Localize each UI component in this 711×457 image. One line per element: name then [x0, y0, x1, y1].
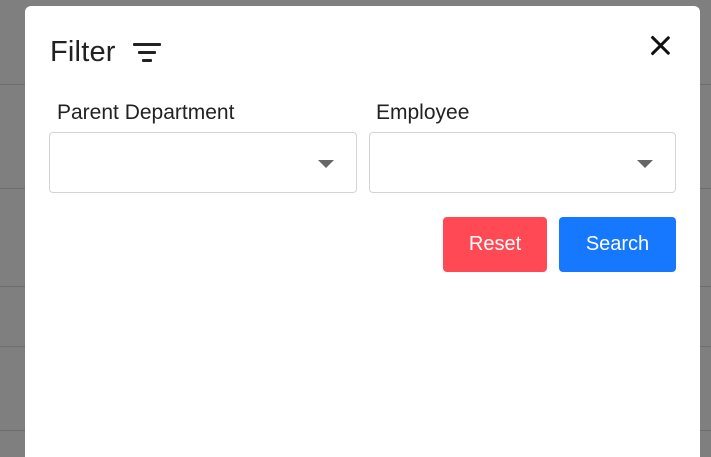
chevron-down-icon — [637, 160, 653, 168]
close-icon[interactable] — [647, 32, 673, 58]
reset-button[interactable]: Reset — [443, 217, 547, 272]
parent-department-select[interactable] — [49, 132, 357, 193]
parent-department-label: Parent Department — [57, 101, 235, 124]
chevron-down-icon — [318, 160, 334, 168]
modal-header: Filter — [50, 34, 161, 70]
search-button[interactable]: Search — [559, 217, 676, 272]
filter-modal: Filter Parent Department Employee Reset … — [25, 6, 700, 457]
filter-icon — [132, 41, 161, 63]
modal-title: Filter — [50, 35, 116, 68]
employee-label: Employee — [376, 101, 470, 124]
employee-select[interactable] — [369, 132, 676, 193]
